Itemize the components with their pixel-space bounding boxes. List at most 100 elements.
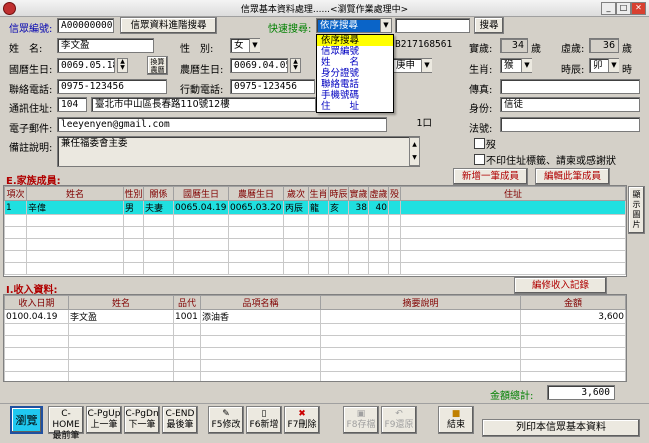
email-label: 電子郵件: bbox=[9, 124, 53, 135]
quick-search-dropdown[interactable]: 依序搜尋 信眾編號姓 名身分證號 聯絡電話 手機號碼住 址 bbox=[316, 34, 394, 113]
income-column-header[interactable]: 收入日期 bbox=[4, 295, 69, 310]
birth-field[interactable]: 0069.05.18 bbox=[57, 58, 115, 73]
edit-label: F5修改 bbox=[211, 420, 241, 430]
no-print-checkbox[interactable] bbox=[474, 154, 485, 165]
no-print-label: 不印住址標籤、請柬或感謝狀 bbox=[486, 156, 616, 167]
family-column-header[interactable]: 國曆生日 bbox=[173, 186, 229, 201]
table-cell: 0065.04.19 bbox=[173, 200, 229, 215]
exit-button[interactable]: ■ 結束 bbox=[438, 406, 474, 434]
birth-spinner[interactable]: ▲ ▼ bbox=[117, 58, 128, 73]
dropdown-option[interactable]: 聯絡電話 bbox=[317, 79, 393, 90]
lunar-label: 農曆生日: bbox=[180, 65, 224, 76]
lunar-spinner[interactable]: ▲ ▼ bbox=[290, 58, 301, 73]
family-grid[interactable]: 項次 姓名 性別 關係 國曆生日 農曆生日 歲次 生肖 時辰 實歲 虛歲殁住址 1 辛偉男夫妻 0065… bbox=[3, 185, 627, 277]
close-icon[interactable]: ✕ bbox=[631, 2, 646, 15]
empty-row bbox=[4, 323, 626, 336]
family-column-header[interactable]: 性別 bbox=[123, 186, 144, 201]
first-label: 最前筆 bbox=[52, 431, 80, 441]
table-cell: 夫妻 bbox=[143, 200, 174, 215]
note-field[interactable]: 兼任福委會主委 bbox=[57, 136, 420, 167]
family-column-header[interactable]: 歲次 bbox=[283, 186, 309, 201]
family-column-header[interactable]: 生肖 bbox=[308, 186, 329, 201]
first-record-button[interactable]: C-HOME 最前筆 bbox=[48, 406, 84, 441]
chevron-down-icon[interactable]: ▼ bbox=[249, 39, 260, 52]
dropdown-option[interactable]: 姓 名 bbox=[317, 57, 393, 68]
note-scrollbar[interactable]: ▲ ▼ bbox=[409, 137, 420, 166]
chevron-down-icon[interactable]: ▼ bbox=[608, 59, 619, 72]
zip-field[interactable]: 104 bbox=[57, 97, 87, 112]
dropdown-option[interactable]: 身分證號 bbox=[317, 68, 393, 79]
next-record-button[interactable]: C-PgDn 下一筆 bbox=[124, 406, 160, 434]
prev-record-button[interactable]: C-PgUp 上一筆 bbox=[86, 406, 122, 434]
print-button[interactable]: 列印本信眾基本資料 bbox=[482, 419, 640, 437]
dharma-label: 法號: bbox=[469, 124, 493, 135]
identity-label: 身份: bbox=[469, 104, 493, 115]
delete-button[interactable]: ✖ F7刪除 bbox=[284, 406, 320, 434]
undo-button[interactable]: ↶ F9還原 bbox=[381, 406, 417, 434]
empty-row bbox=[4, 359, 626, 372]
table-cell: 0100.04.19 bbox=[4, 309, 69, 324]
income-column-header[interactable]: 姓名 bbox=[68, 295, 174, 310]
income-grid[interactable]: 收入日期 姓名 品代 品項名稱 摘要說明 金額 0100.04.19 李文盈 1001 添油香 3… bbox=[3, 294, 627, 382]
table-row[interactable]: 0100.04.19 李文盈 1001 添油香 3,600 bbox=[4, 309, 626, 324]
table-cell: 辛偉 bbox=[26, 200, 124, 215]
family-column-header[interactable]: 姓名 bbox=[26, 186, 124, 201]
family-column-header[interactable]: 殁 bbox=[388, 186, 401, 201]
last-record-button[interactable]: C-END 最後筆 bbox=[162, 406, 198, 434]
dropdown-option[interactable]: 住 址 bbox=[317, 101, 393, 112]
add-member-button[interactable]: 新增一筆成員 bbox=[453, 168, 528, 185]
income-column-header[interactable]: 品項名稱 bbox=[200, 295, 321, 310]
minimize-icon[interactable]: _ bbox=[601, 2, 616, 15]
member-no-field[interactable]: A000000005 bbox=[57, 18, 114, 33]
total-label: 金額總計: bbox=[490, 391, 534, 402]
chevron-down-icon[interactable]: ▼ bbox=[380, 19, 391, 32]
income-column-header[interactable]: 金額 bbox=[520, 295, 626, 310]
browse-button[interactable]: 瀏覽 bbox=[10, 406, 43, 434]
family-column-header[interactable]: 住址 bbox=[400, 186, 626, 201]
undo-icon: ↶ bbox=[395, 409, 403, 419]
income-column-header[interactable]: 摘要說明 bbox=[320, 295, 521, 310]
dropdown-option[interactable]: 依序搜尋 bbox=[317, 35, 393, 46]
delete-icon: ✖ bbox=[298, 409, 306, 419]
identity-field[interactable]: 信徒 bbox=[500, 97, 640, 112]
search-input[interactable] bbox=[395, 18, 470, 33]
family-column-header[interactable]: 農曆生日 bbox=[228, 186, 284, 201]
edit-button[interactable]: ✎ F5修改 bbox=[208, 406, 244, 434]
deceased-checkbox[interactable] bbox=[474, 138, 485, 149]
show-image-button[interactable]: 顯示圖片 bbox=[628, 186, 645, 234]
family-column-header[interactable]: 項次 bbox=[4, 186, 27, 201]
maximize-icon[interactable]: □ bbox=[616, 2, 631, 15]
family-column-header[interactable]: 時辰 bbox=[328, 186, 349, 201]
exit-icon: ■ bbox=[451, 409, 461, 419]
last-label: 最後筆 bbox=[166, 420, 194, 430]
search-button[interactable]: 搜尋 bbox=[474, 17, 504, 34]
phone-field[interactable]: 0975-123456 bbox=[57, 79, 167, 94]
advanced-search-button[interactable]: 信眾資料進階搜尋 bbox=[120, 17, 217, 34]
table-cell bbox=[400, 200, 626, 215]
dropdown-option[interactable]: 手機號碼 bbox=[317, 90, 393, 101]
fax-field[interactable] bbox=[500, 79, 640, 94]
add-button[interactable]: ▯ F6新增 bbox=[246, 406, 282, 434]
family-column-header[interactable]: 關係 bbox=[143, 186, 174, 201]
edit-income-button[interactable]: 編修收入記錄 bbox=[514, 277, 607, 294]
virtual-age-field: 34 bbox=[500, 38, 528, 53]
address-field[interactable]: 臺北市中山區長春路110號12樓 bbox=[91, 97, 316, 112]
family-column-header[interactable]: 虛歲 bbox=[368, 186, 389, 201]
dropdown-option[interactable]: 信眾編號 bbox=[317, 46, 393, 57]
save-button[interactable]: ▣ F8存檔 bbox=[343, 406, 379, 434]
family-column-header[interactable]: 實歲 bbox=[348, 186, 369, 201]
dharma-field[interactable] bbox=[500, 117, 640, 132]
convert-lunar-button[interactable]: 換算農曆 bbox=[147, 56, 168, 75]
id-number: B217168561 bbox=[392, 38, 460, 53]
edit-member-button[interactable]: 編輯此筆成員 bbox=[535, 168, 610, 185]
chevron-down-icon[interactable]: ▼ bbox=[421, 59, 432, 72]
email-field[interactable]: leeyenyen@gmail.com bbox=[57, 117, 387, 132]
income-column-header[interactable]: 品代 bbox=[173, 295, 201, 310]
chevron-down-icon[interactable]: ▼ bbox=[521, 59, 532, 72]
table-row[interactable]: 1 辛偉男夫妻 0065.04.19 0065.03.20 丙辰龍亥 38 40 bbox=[4, 200, 626, 215]
name-field[interactable]: 李文盈 bbox=[57, 38, 154, 53]
mobile-field[interactable]: 0975-123456 bbox=[230, 79, 315, 94]
lunar-field[interactable]: 0069.04.05 bbox=[230, 58, 288, 73]
empty-row bbox=[4, 226, 626, 239]
zodiac-label: 生肖: bbox=[469, 65, 493, 76]
